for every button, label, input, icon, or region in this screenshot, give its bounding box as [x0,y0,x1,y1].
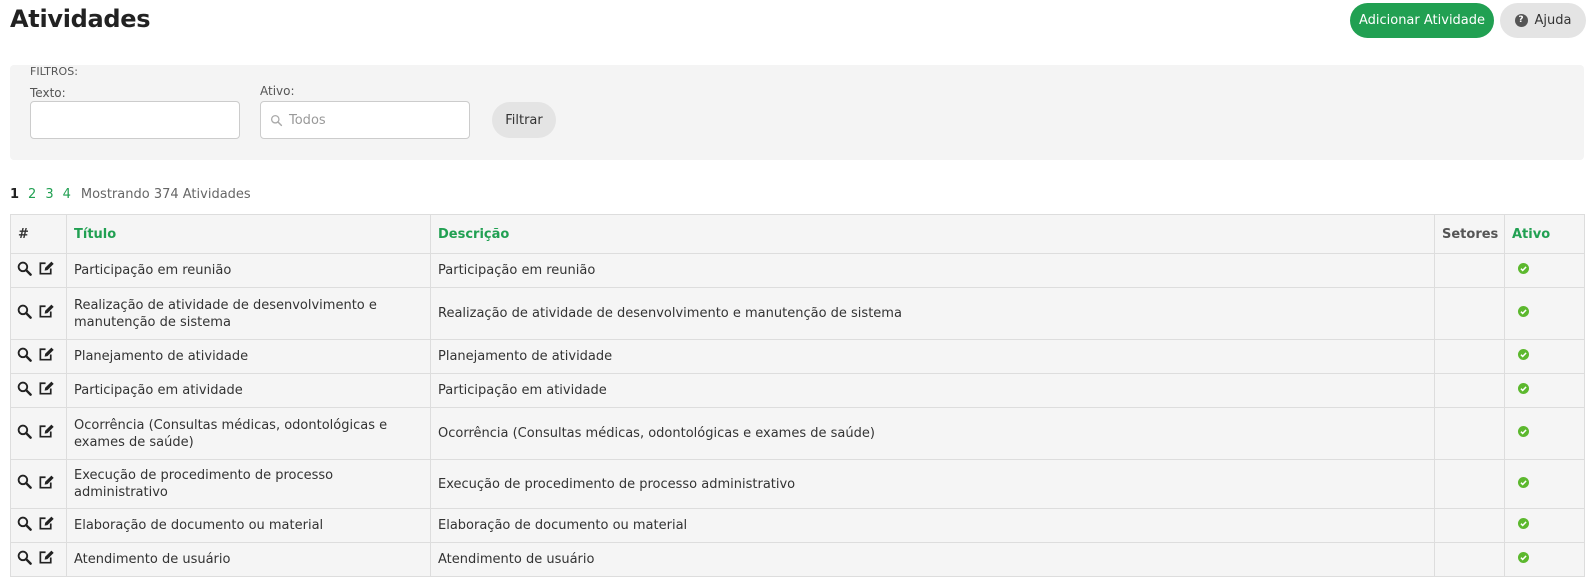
cell-ativo [1504,373,1585,408]
row-actions [10,508,67,543]
row-actions [10,373,67,408]
check-circle-icon [1518,349,1529,360]
cell-titulo: Participação em reunião [66,253,431,288]
cell-descricao: Execução de procedimento de processo adm… [430,459,1435,509]
table-row: Participação em atividade Participação em… [10,373,1585,408]
pagination: 1 2 3 4 Mostrando 374 Atividades [10,187,251,202]
cell-titulo: Ocorrência (Consultas médicas, odontológ… [66,407,431,460]
edit-icon[interactable] [38,515,55,531]
table-row: Execução de procedimento de processo adm… [10,459,1585,509]
cell-titulo: Participação em atividade [66,373,431,408]
column-header-hash: # [10,214,67,254]
page-title: Atividades [10,5,151,33]
check-circle-icon [1518,263,1529,274]
search-icon[interactable] [17,347,32,362]
row-actions [10,253,67,288]
edit-icon[interactable] [38,423,55,439]
ativo-label: Ativo: [260,84,295,98]
check-circle-icon [1518,306,1529,317]
check-circle-icon [1518,552,1529,563]
table-row: Realização de atividade de desenvolvimen… [10,287,1585,340]
cell-titulo: Realização de atividade de desenvolvimen… [66,287,431,340]
page-link-3[interactable]: 3 [45,187,53,202]
column-header-titulo[interactable]: Título [66,214,431,254]
cell-descricao: Participação em atividade [430,373,1435,408]
table-row: Participação em reunião Participação em r… [10,253,1585,288]
table-row: Planejamento de atividade Planejamento de… [10,339,1585,374]
cell-descricao: Planejamento de atividade [430,339,1435,374]
search-icon[interactable] [17,474,32,490]
activities-table: # Título Descrição Setores Ativo Partici… [10,214,1585,577]
row-actions [10,459,67,509]
edit-icon[interactable] [38,549,55,565]
check-circle-icon [1518,426,1529,437]
table-row: Atendimento de usuário Atendimento de usu… [10,542,1585,577]
cell-descricao: Participação em reunião [430,253,1435,288]
check-circle-icon [1518,476,1529,488]
row-actions [10,287,67,340]
cell-setores [1434,287,1505,340]
cell-setores [1434,459,1505,509]
cell-setores [1434,407,1505,460]
page-link-1[interactable]: 1 [10,187,19,202]
cell-descricao: Elaboração de documento ou material [430,508,1435,543]
edit-icon[interactable] [38,474,55,490]
cell-ativo [1504,508,1585,543]
row-actions [10,542,67,577]
cell-ativo [1504,287,1585,340]
cell-ativo [1504,542,1585,577]
cell-setores [1434,373,1505,408]
texto-label: Texto: [30,86,66,100]
column-header-descricao[interactable]: Descrição [430,214,1435,254]
table-header-row: # Título Descrição Setores Ativo [10,214,1585,254]
cell-titulo: Elaboração de documento ou material [66,508,431,543]
page-link-4[interactable]: 4 [63,187,71,202]
cell-ativo [1504,253,1585,288]
results-summary: Mostrando 374 Atividades [80,187,251,202]
filters-title: FILTROS: [30,65,78,78]
ativo-select-placeholder: Todos [289,112,326,128]
search-icon [270,114,283,126]
filter-button[interactable]: Filtrar [492,102,556,138]
cell-setores [1434,253,1505,288]
cell-descricao: Realização de atividade de desenvolvimen… [430,287,1435,340]
cell-setores [1434,508,1505,543]
search-icon[interactable] [17,261,32,276]
question-circle-icon: ? [1514,14,1528,27]
cell-titulo: Atendimento de usuário [66,542,431,577]
check-circle-icon [1518,518,1529,529]
table-row: Elaboração de documento ou material Elabo… [10,508,1585,543]
help-button[interactable]: ? Ajuda [1500,3,1586,38]
cell-descricao: Ocorrência (Consultas médicas, odontológ… [430,407,1435,460]
filters-panel: FILTROS: Texto: Ativo: Todos Filtrar [10,65,1584,160]
cell-titulo: Planejamento de atividade [66,339,431,374]
edit-icon[interactable] [38,380,55,396]
column-header-ativo[interactable]: Ativo [1504,214,1585,254]
cell-descricao: Atendimento de usuário [430,542,1435,577]
row-actions [10,407,67,460]
help-button-label: Ajuda [1534,13,1572,28]
ativo-select[interactable]: Todos [260,101,470,139]
cell-setores [1434,542,1505,577]
search-icon[interactable] [17,424,32,439]
search-icon[interactable] [17,516,32,531]
edit-icon[interactable] [38,260,55,276]
add-activity-button[interactable]: Adicionar Atividade [1350,3,1494,38]
edit-icon[interactable] [38,346,55,362]
cell-ativo [1504,459,1585,509]
texto-input[interactable] [30,101,240,139]
search-icon[interactable] [17,550,32,565]
table-row: Ocorrência (Consultas médicas, odontológ… [10,407,1585,460]
search-icon[interactable] [17,381,32,396]
search-icon[interactable] [17,304,32,319]
column-header-setores: Setores [1434,214,1505,254]
cell-ativo [1504,339,1585,374]
row-actions [10,339,67,374]
check-circle-icon [1518,383,1529,394]
page-link-2[interactable]: 2 [28,187,36,202]
cell-ativo [1504,407,1585,460]
edit-icon[interactable] [38,303,55,319]
cell-titulo: Execução de procedimento de processo adm… [66,459,431,509]
cell-setores [1434,339,1505,374]
